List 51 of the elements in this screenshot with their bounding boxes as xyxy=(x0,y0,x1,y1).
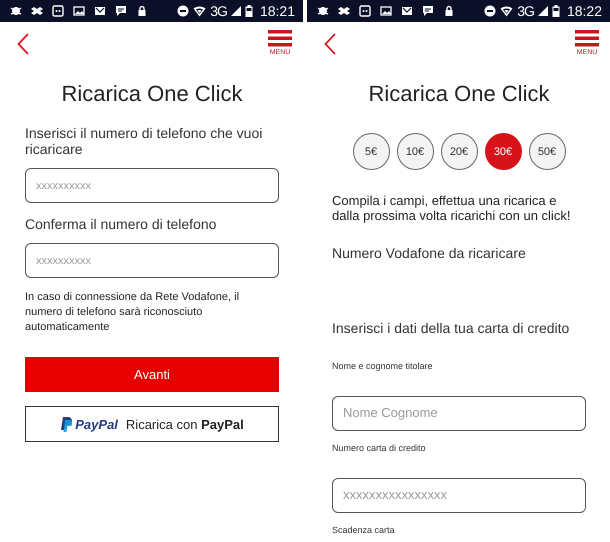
back-button[interactable] xyxy=(324,33,336,55)
message-icon xyxy=(52,5,64,17)
clock: 18:21 xyxy=(260,3,295,19)
amount-option[interactable]: 30€ xyxy=(484,133,522,170)
input-field[interactable]: Nome Cognome xyxy=(332,396,586,431)
paypal-button[interactable]: PayPal Ricarica con PayPal xyxy=(25,406,279,442)
amount-option[interactable]: 5€ xyxy=(352,133,390,170)
back-icon xyxy=(324,33,336,55)
chat-icon xyxy=(422,5,434,17)
chat-icon xyxy=(115,5,127,17)
clock: 18:22 xyxy=(566,3,602,19)
field-label: Nome e cognome titolare xyxy=(332,360,434,373)
next-button[interactable]: Avanti xyxy=(25,357,279,392)
image-icon xyxy=(380,5,392,17)
amount-option[interactable]: 20€ xyxy=(440,133,478,170)
back-icon xyxy=(17,33,29,55)
network-label: 3G xyxy=(517,3,534,19)
field-label: Scadenza carta xyxy=(332,524,396,537)
field-label: Numero carta di credito xyxy=(332,442,427,455)
wifi-icon xyxy=(193,6,206,16)
section-heading: Inserisci i dati della tua carta di credito xyxy=(332,320,570,336)
do-not-disturb-icon xyxy=(484,5,496,17)
battery-icon xyxy=(552,5,560,17)
page-title: Ricarica One Click xyxy=(60,80,244,108)
mail-icon xyxy=(94,5,106,17)
input-field[interactable]: xxxxxxxxxx xyxy=(25,243,279,278)
intro-text: Compila i campi, effettua una ricarica e dalla prossima volta ricarichi con un click! xyxy=(332,193,572,223)
back-button[interactable] xyxy=(17,33,29,55)
field-label: Conferma il numero di telefono xyxy=(25,216,218,232)
menu-icon xyxy=(268,30,292,47)
image-icon xyxy=(73,5,85,17)
lock-icon xyxy=(443,5,455,17)
message-icon xyxy=(359,5,371,17)
input-field[interactable]: xxxxxxxxxx xyxy=(25,168,279,203)
menu-icon xyxy=(575,30,599,47)
info-text: In caso di connessione da Rete Vodafone, il numero di telefono sarà riconosciuto automaticamente xyxy=(25,290,240,335)
signal-icon xyxy=(538,6,548,16)
mail-icon xyxy=(401,5,413,17)
wifi-icon xyxy=(500,6,514,16)
amount-option[interactable]: 10€ xyxy=(396,133,434,170)
field-label: Numero Vodafone da ricaricare xyxy=(332,245,527,261)
input-field[interactable]: xxxxxxxxxxxxxxxx xyxy=(332,478,586,513)
lock-icon xyxy=(136,5,148,17)
page-title: Ricarica One Click xyxy=(368,80,550,108)
paypal-icon xyxy=(60,416,72,432)
amount-option[interactable]: 50€ xyxy=(528,133,566,170)
signal-icon xyxy=(230,6,241,16)
network-label: 3G xyxy=(210,3,227,19)
battery-icon xyxy=(244,5,253,17)
do-not-disturb-icon xyxy=(177,5,190,17)
field-label: Inserisci il numero di telefono che vuoi ricaricare xyxy=(25,125,264,157)
